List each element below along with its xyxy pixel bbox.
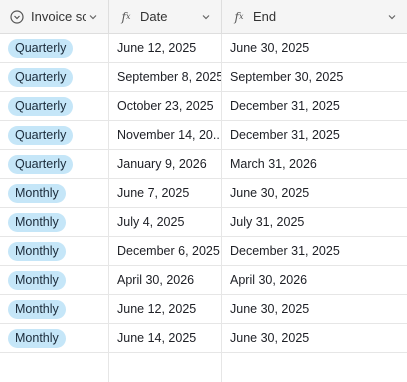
end-cell[interactable]: June 30, 2025	[222, 179, 407, 207]
schedule-cell[interactable]: Quarterly	[0, 63, 109, 91]
schedule-pill: Monthly	[8, 212, 66, 232]
end-cell[interactable]: June 30, 2025	[222, 295, 407, 323]
table-body: Quarterly June 12, 2025 June 30, 2025 Qu…	[0, 34, 407, 382]
end-cell[interactable]: December 31, 2025	[222, 121, 407, 149]
schedule-pill: Monthly	[8, 328, 66, 348]
table-row[interactable]: Monthly July 4, 2025 July 31, 2025	[0, 208, 407, 237]
date-cell[interactable]: July 4, 2025	[109, 208, 222, 236]
data-table: Invoice sc... fx Date fx End Quarterly J…	[0, 0, 407, 382]
schedule-pill: Monthly	[8, 183, 66, 203]
column-header-end[interactable]: fx End	[222, 0, 407, 33]
schedule-cell[interactable]: Monthly	[0, 266, 109, 294]
schedule-pill: Quarterly	[8, 38, 74, 58]
formula-icon: fx	[234, 9, 244, 24]
date-cell[interactable]: June 14, 2025	[109, 324, 222, 352]
column-header-label: End	[253, 9, 277, 24]
schedule-cell[interactable]: Quarterly	[0, 34, 109, 62]
column-header-label: Date	[140, 9, 168, 24]
date-cell[interactable]	[109, 353, 222, 382]
schedule-pill: Quarterly	[8, 154, 74, 174]
table-row[interactable]: Quarterly September 8, 2025 September 30…	[0, 63, 407, 92]
table-row[interactable]: Quarterly January 9, 2026 March 31, 2026	[0, 150, 407, 179]
table-row[interactable]: Monthly December 6, 2025 December 31, 20…	[0, 237, 407, 266]
chevron-down-icon[interactable]	[86, 10, 100, 24]
end-cell[interactable]: June 30, 2025	[222, 34, 407, 62]
schedule-pill: Quarterly	[8, 125, 74, 145]
end-cell[interactable]: December 31, 2025	[222, 92, 407, 120]
date-cell[interactable]: April 30, 2026	[109, 266, 222, 294]
column-header-invoice-schedule[interactable]: Invoice sc...	[0, 0, 109, 33]
end-cell[interactable]: July 31, 2025	[222, 208, 407, 236]
date-cell[interactable]: June 7, 2025	[109, 179, 222, 207]
end-cell[interactable]: April 30, 2026	[222, 266, 407, 294]
date-cell[interactable]: September 8, 2025	[109, 63, 222, 91]
date-cell[interactable]: December 6, 2025	[109, 237, 222, 265]
schedule-pill: Quarterly	[8, 67, 74, 87]
date-cell[interactable]: June 12, 2025	[109, 34, 222, 62]
end-cell[interactable]: June 30, 2025	[222, 324, 407, 352]
table-row[interactable]: Quarterly October 23, 2025 December 31, …	[0, 92, 407, 121]
end-cell[interactable]: December 31, 2025	[222, 237, 407, 265]
table-row[interactable]: Quarterly June 12, 2025 June 30, 2025	[0, 34, 407, 63]
schedule-cell[interactable]: Monthly	[0, 208, 109, 236]
date-cell[interactable]: June 12, 2025	[109, 295, 222, 323]
chevron-down-icon[interactable]	[199, 10, 213, 24]
table-row[interactable]: Monthly June 12, 2025 June 30, 2025	[0, 295, 407, 324]
schedule-pill: Quarterly	[8, 96, 74, 116]
end-cell[interactable]: September 30, 2025	[222, 63, 407, 91]
chevron-down-icon[interactable]	[385, 10, 399, 24]
schedule-cell[interactable]: Quarterly	[0, 150, 109, 178]
schedule-cell[interactable]: Monthly	[0, 324, 109, 352]
select-field-icon	[9, 9, 25, 25]
schedule-cell[interactable]: Quarterly	[0, 121, 109, 149]
schedule-pill: Monthly	[8, 270, 66, 290]
table-row[interactable]: Monthly June 7, 2025 June 30, 2025	[0, 179, 407, 208]
schedule-cell[interactable]: Quarterly	[0, 92, 109, 120]
date-cell[interactable]: January 9, 2026	[109, 150, 222, 178]
date-cell[interactable]: November 14, 20...	[109, 121, 222, 149]
schedule-cell[interactable]: Monthly	[0, 295, 109, 323]
table-row[interactable]: Quarterly November 14, 20... December 31…	[0, 121, 407, 150]
column-header-label: Invoice sc...	[31, 9, 86, 24]
table-row[interactable]: Monthly April 30, 2026 April 30, 2026	[0, 266, 407, 295]
end-cell[interactable]: March 31, 2026	[222, 150, 407, 178]
column-header-date[interactable]: fx Date	[109, 0, 222, 33]
schedule-pill: Monthly	[8, 241, 66, 261]
table-header: Invoice sc... fx Date fx End	[0, 0, 407, 34]
table-row-empty[interactable]	[0, 353, 407, 382]
end-cell[interactable]	[222, 353, 407, 382]
schedule-cell[interactable]	[0, 353, 109, 382]
schedule-cell[interactable]: Monthly	[0, 237, 109, 265]
table-row[interactable]: Monthly June 14, 2025 June 30, 2025	[0, 324, 407, 353]
date-cell[interactable]: October 23, 2025	[109, 92, 222, 120]
schedule-pill: Monthly	[8, 299, 66, 319]
formula-icon: fx	[121, 9, 131, 24]
schedule-cell[interactable]: Monthly	[0, 179, 109, 207]
